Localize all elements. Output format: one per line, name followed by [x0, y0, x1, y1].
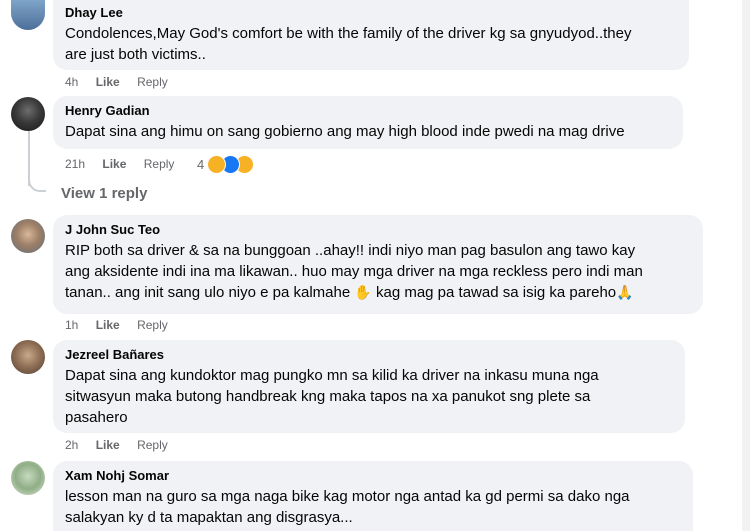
- view-replies-button[interactable]: View 1 reply: [61, 185, 147, 202]
- comment-bubble: Henry Gadian Dapat sina ang himu on sang…: [53, 96, 683, 149]
- comment-actions: 2h Like Reply: [65, 437, 182, 453]
- timestamp[interactable]: 1h: [65, 318, 78, 332]
- timestamp[interactable]: 4h: [65, 75, 78, 89]
- comment-actions: 21h Like Reply: [65, 156, 188, 172]
- commenter-name[interactable]: J John Suc Teo: [65, 221, 691, 238]
- reactions-summary[interactable]: 4: [197, 155, 255, 174]
- comment-text: Dapat sina ang himu on sang gobierno ang…: [65, 123, 625, 140]
- commenter-name[interactable]: Dhay Lee: [65, 4, 677, 21]
- raised-hand-emoji: ✋: [354, 284, 372, 300]
- like-button[interactable]: Like: [96, 75, 120, 89]
- avatar[interactable]: [11, 461, 45, 495]
- comment-actions: 4h Like Reply: [65, 74, 182, 90]
- reply-button[interactable]: Reply: [137, 75, 168, 89]
- avatar[interactable]: [11, 340, 45, 374]
- comment-text: RIP both sa driver & sa na bunggoan ..ah…: [65, 242, 643, 301]
- avatar[interactable]: [11, 219, 45, 253]
- comment-bubble: J John Suc Teo RIP both sa driver & sa n…: [53, 215, 703, 314]
- timestamp[interactable]: 2h: [65, 438, 78, 452]
- reaction-count: 4: [197, 157, 205, 172]
- praying-hands-emoji: 🙏: [616, 284, 634, 300]
- scrollbar[interactable]: [742, 0, 750, 531]
- comment-text: Dapat sina ang kundoktor mag pungko mn s…: [65, 367, 599, 426]
- comment-bubble: Dhay Lee Condolences,May God's comfort b…: [53, 0, 689, 70]
- thread-connector: [28, 170, 46, 192]
- reply-button[interactable]: Reply: [144, 157, 175, 171]
- comment-text: lesson man na guro sa mga naga bike kag …: [65, 488, 630, 526]
- comment-bubble: Jezreel Bañares Dapat sina ang kundoktor…: [53, 340, 685, 433]
- avatar[interactable]: [11, 0, 45, 30]
- timestamp[interactable]: 21h: [65, 157, 85, 171]
- commenter-name[interactable]: Henry Gadian: [65, 102, 671, 119]
- like-button[interactable]: Like: [96, 318, 120, 332]
- reply-button[interactable]: Reply: [137, 318, 168, 332]
- like-button[interactable]: Like: [96, 438, 120, 452]
- comment-actions: 1h Like Reply: [65, 317, 182, 333]
- reply-button[interactable]: Reply: [137, 438, 168, 452]
- comment-text: Condolences,May God's comfort be with th…: [65, 25, 632, 63]
- comment-bubble: Xam Nohj Somar lesson man na guro sa mga…: [53, 461, 693, 531]
- commenter-name[interactable]: Jezreel Bañares: [65, 346, 673, 363]
- avatar[interactable]: [11, 97, 45, 131]
- like-button[interactable]: Like: [102, 157, 126, 171]
- commenter-name[interactable]: Xam Nohj Somar: [65, 467, 681, 484]
